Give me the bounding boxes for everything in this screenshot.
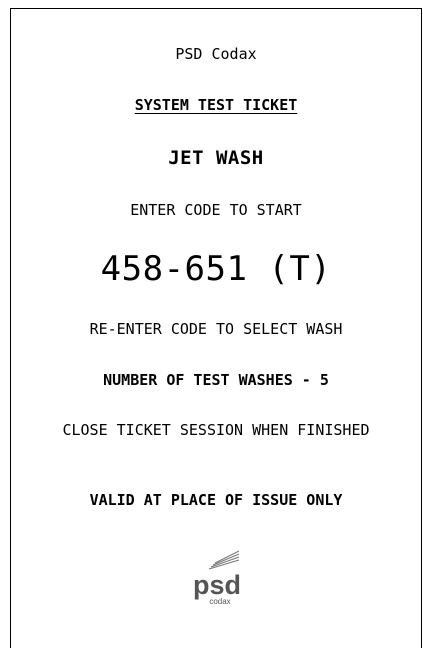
ticket-heading: SYSTEM TEST TICKET (11, 96, 421, 114)
psd-codax-logo-icon: psd codax (189, 549, 245, 607)
logo-wordmark: psd (193, 570, 241, 600)
test-wash-count: NUMBER OF TEST WASHES - 5 (103, 371, 329, 389)
product-name: JET WASH (168, 147, 264, 169)
access-code: 458-651 (T) (100, 249, 332, 289)
close-instruction: CLOSE TICKET SESSION WHEN FINISHED (62, 421, 370, 439)
logo-subtext: codax (209, 597, 230, 606)
brand-name: PSD Codax (175, 45, 257, 63)
ticket-heading-text: SYSTEM TEST TICKET (134, 96, 298, 114)
start-instruction: ENTER CODE TO START (130, 201, 302, 219)
validity-notice: VALID AT PLACE OF ISSUE ONLY (89, 491, 343, 509)
select-instruction: RE-ENTER CODE TO SELECT WASH (89, 320, 343, 338)
test-ticket: PSD Codax SYSTEM TEST TICKET JET WASH EN… (10, 8, 422, 648)
